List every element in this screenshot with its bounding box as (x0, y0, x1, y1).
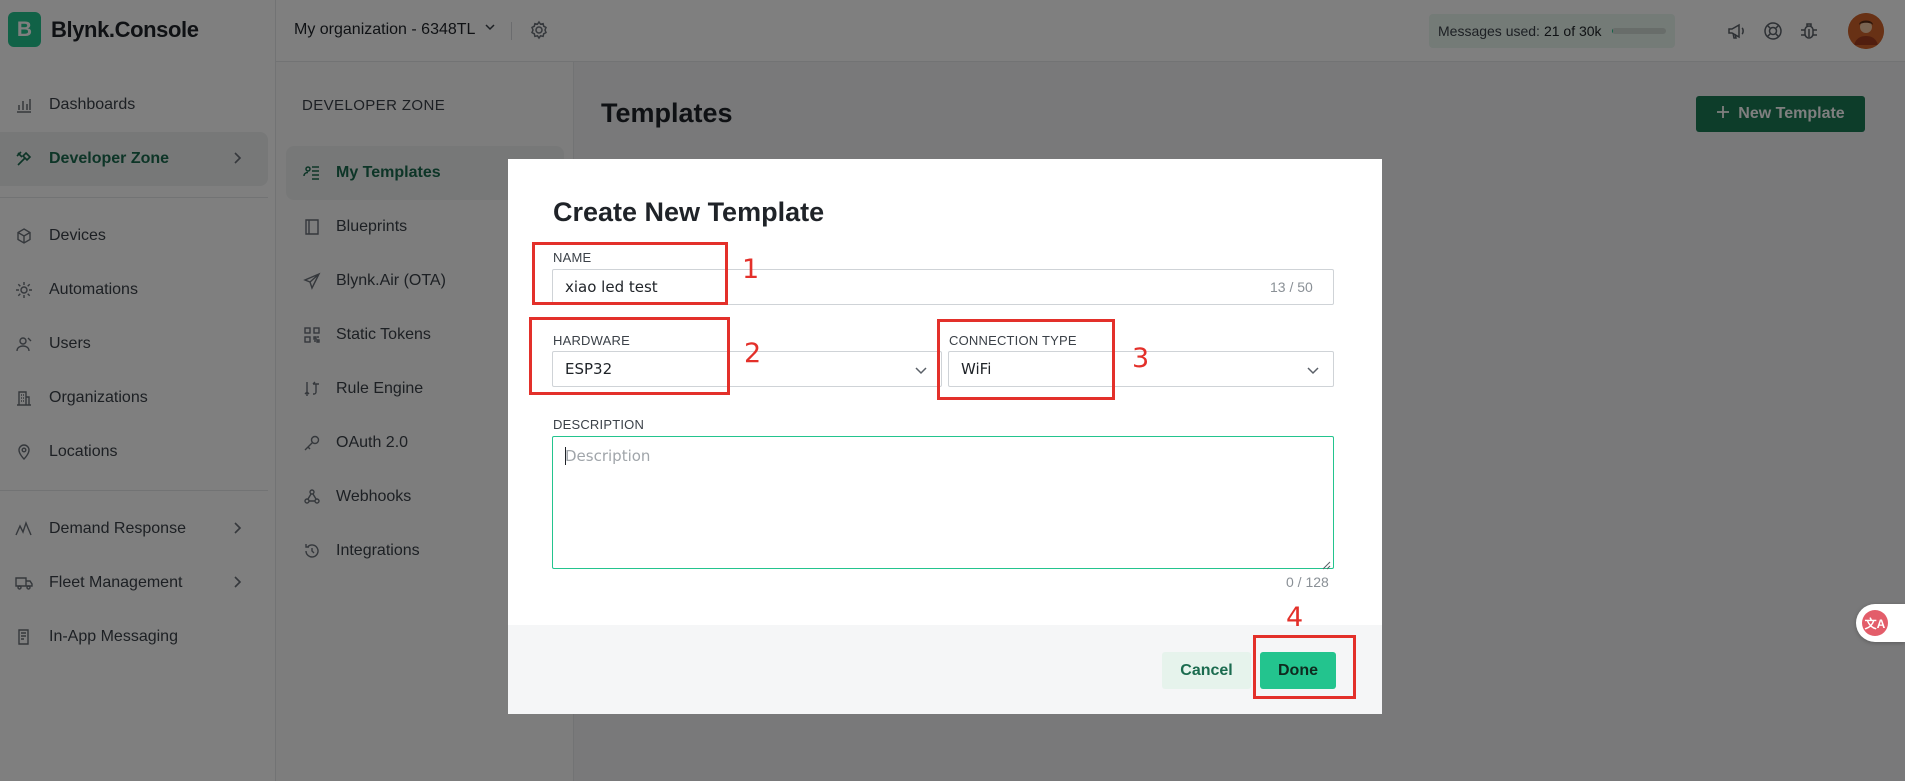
cancel-button[interactable]: Cancel (1162, 652, 1251, 689)
annotation-number-3: 3 (1132, 343, 1150, 374)
translate-widget[interactable]: 文A (1856, 604, 1905, 642)
description-textarea[interactable]: Description (552, 436, 1334, 570)
description-char-counter: 0 / 128 (1286, 574, 1329, 590)
annotation-number-2: 2 (744, 338, 762, 369)
chevron-down-icon (1305, 362, 1321, 378)
annotation-number-4: 4 (1286, 602, 1304, 633)
resize-grip-icon[interactable] (1321, 556, 1331, 570)
annotation-box-done (1253, 635, 1356, 699)
chevron-down-icon (913, 362, 929, 378)
dialog-title: Create New Template (553, 197, 825, 227)
name-char-counter: 13 / 50 (1270, 279, 1313, 295)
annotation-box-connection (937, 319, 1115, 400)
description-placeholder: Description (565, 447, 651, 465)
description-label: DESCRIPTION (553, 417, 645, 432)
annotation-box-name (532, 242, 728, 305)
annotation-number-1: 1 (742, 254, 760, 285)
text-caret (565, 447, 566, 465)
translate-icon: 文A (1862, 610, 1888, 636)
annotation-box-hardware (529, 317, 730, 395)
